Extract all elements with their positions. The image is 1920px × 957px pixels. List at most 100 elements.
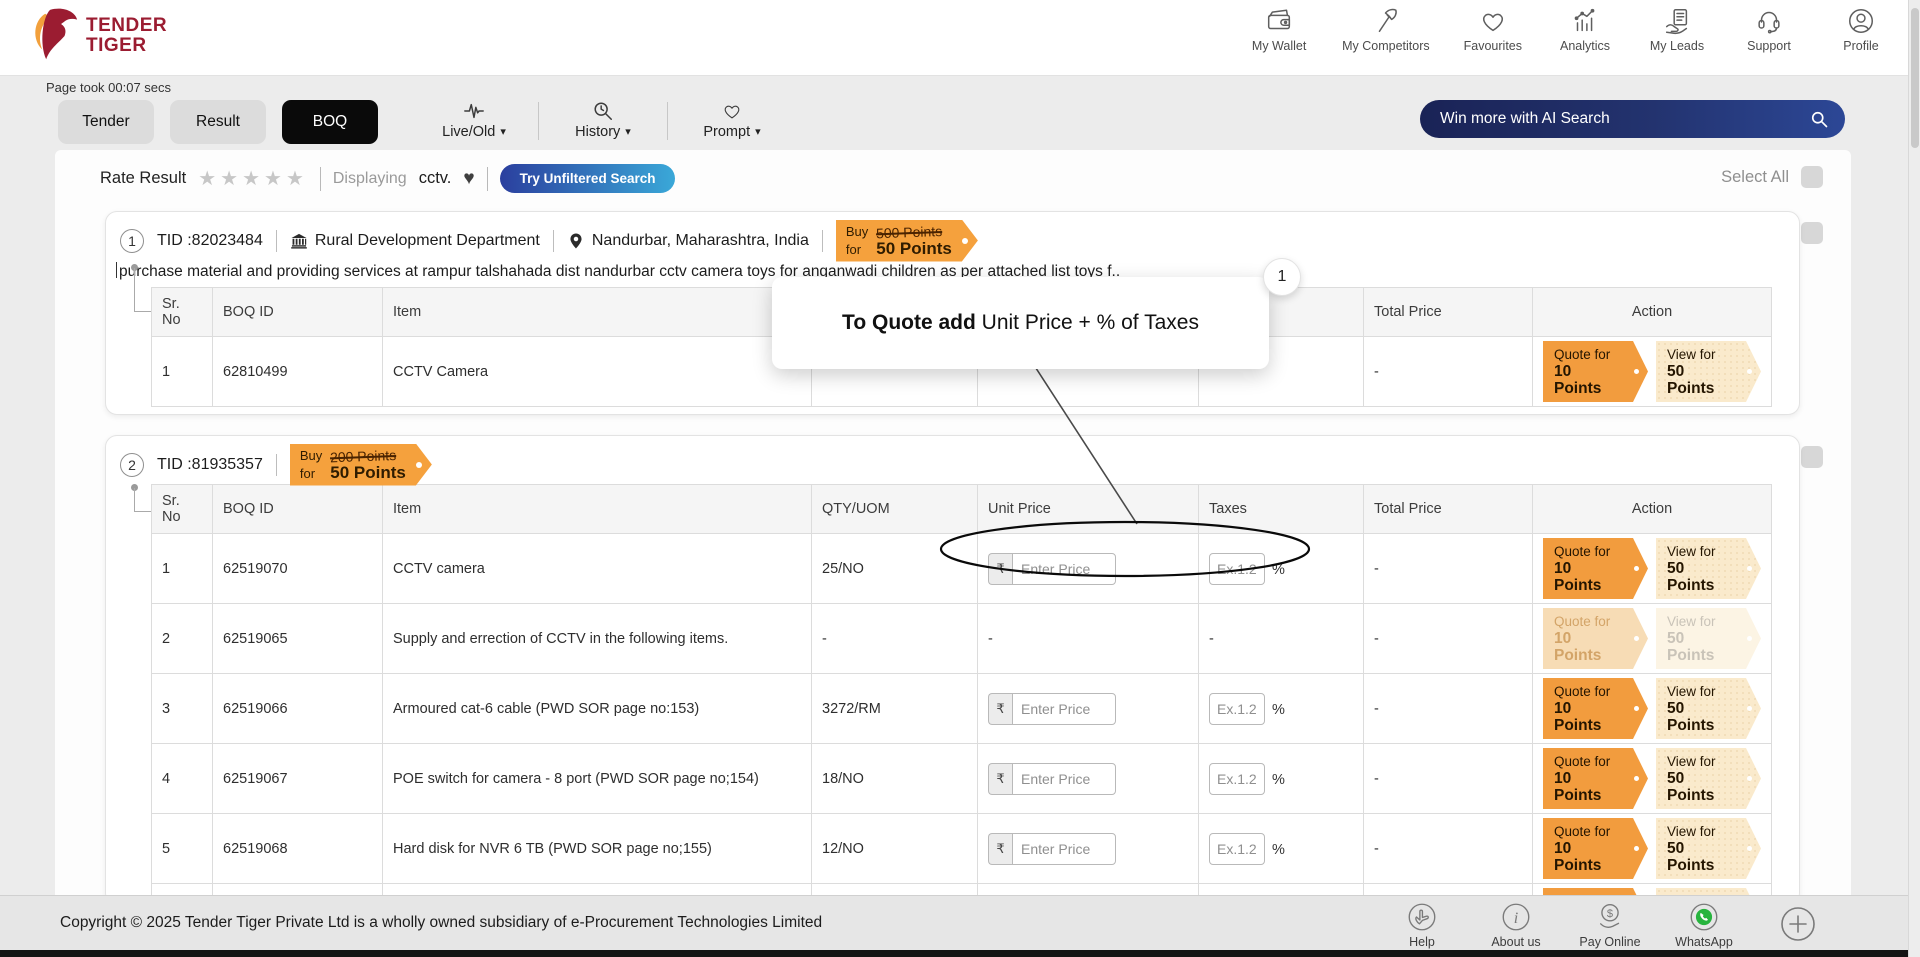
tax-percent-input[interactable] xyxy=(1209,833,1265,865)
column-header-item: Item xyxy=(383,288,812,337)
badge-for-label: for xyxy=(846,242,861,257)
dropdown-live-old[interactable]: Live/Old▾ xyxy=(420,100,528,140)
quote-for-points-button[interactable]: Quote for10 Points xyxy=(1543,748,1648,809)
page-scrollbar[interactable] xyxy=(1908,0,1920,957)
tag-dot xyxy=(1634,636,1639,641)
unit-price-input[interactable] xyxy=(1012,763,1116,795)
rate-result-label: Rate Result xyxy=(100,169,186,188)
page-took-status: Page took 00:07 secs xyxy=(46,80,171,95)
footer-link-whatsapp[interactable]: WhatsApp xyxy=(1672,900,1736,949)
footer-link-label: Help xyxy=(1409,935,1435,949)
quote-for-points-button[interactable]: Quote for10 Points xyxy=(1543,818,1648,879)
tag-dot xyxy=(1747,369,1752,374)
rupee-icon: ₹ xyxy=(988,833,1012,865)
card1-buy-points-badge[interactable]: Buyfor 500 Points50 Points xyxy=(836,220,978,262)
unit-price-input[interactable] xyxy=(1012,553,1116,585)
footer-link-about-us[interactable]: iAbout us xyxy=(1484,900,1548,949)
card2-number-badge: 2 xyxy=(120,453,144,477)
card2-checkbox[interactable] xyxy=(1801,446,1823,468)
favourite-heart-icon[interactable]: ♥ xyxy=(463,169,474,188)
view-for-points-button[interactable]: View for50 Points xyxy=(1656,748,1761,809)
nav-label: Support xyxy=(1747,39,1791,53)
footer: Copyright © 2025 Tender Tiger Private Lt… xyxy=(0,895,1920,950)
cell-action: Quote for10 PointsView for50 Points xyxy=(1533,534,1772,604)
bar-chart-icon xyxy=(1570,6,1600,36)
nav-favourites[interactable]: Favourites xyxy=(1464,6,1522,53)
cell-qty-uom: 3272/RM xyxy=(812,674,978,744)
footer-link-pay-online[interactable]: $Pay Online xyxy=(1578,900,1642,949)
tab-boq[interactable]: BOQ xyxy=(282,100,378,144)
view-for-points-button[interactable]: View for50 Points xyxy=(1656,341,1761,402)
nav-profile[interactable]: Profile xyxy=(1832,6,1890,53)
tag-dot xyxy=(1634,846,1639,851)
select-all-checkbox[interactable] xyxy=(1801,166,1823,188)
select-all-control: Select All xyxy=(1721,166,1823,188)
cell-total-price: - xyxy=(1364,744,1533,814)
heart-icon xyxy=(1478,6,1508,36)
cell-sr-no: 3 xyxy=(152,674,213,744)
column-header-total-price: Total Price xyxy=(1364,288,1533,337)
view-for-points-button[interactable]: View for50 Points xyxy=(1656,818,1761,879)
nav-my-competitors[interactable]: My Competitors xyxy=(1342,6,1430,53)
card1-department-name: Rural Development Department xyxy=(315,232,540,250)
divider xyxy=(276,454,277,476)
footer-link-label: Pay Online xyxy=(1579,935,1640,949)
cell-unit-price: ₹ xyxy=(978,744,1199,814)
dropdown-history[interactable]: History▾ xyxy=(549,100,657,140)
nav-label: My Competitors xyxy=(1342,39,1430,53)
quote-for-points-button[interactable]: Quote for10 Points xyxy=(1543,678,1648,739)
column-header-action: Action xyxy=(1533,485,1772,534)
cell-action: Quote for10 PointsView for50 Points xyxy=(1533,814,1772,884)
view-for-points-button[interactable]: View for50 Points xyxy=(1656,678,1761,739)
tax-percent-input[interactable] xyxy=(1209,693,1265,725)
tax-percent-input[interactable] xyxy=(1209,763,1265,795)
card2-buy-points-badge[interactable]: Buyfor 200 Points50 Points xyxy=(290,444,432,486)
ai-search-bar[interactable]: Win more with AI Search xyxy=(1420,100,1845,138)
history-search-icon xyxy=(592,100,614,122)
plus-icon xyxy=(1778,904,1818,944)
toolbar: Tender Result BOQ Live/Old▾ History▾ Prompt▾… xyxy=(58,100,1845,148)
dropdown-prompt[interactable]: Prompt▾ xyxy=(678,100,786,140)
nav-support[interactable]: Support xyxy=(1740,6,1798,53)
percent-label: % xyxy=(1272,562,1285,578)
tag-dot xyxy=(1634,776,1639,781)
nav-my-wallet[interactable]: My Wallet xyxy=(1250,6,1308,53)
nav-analytics[interactable]: Analytics xyxy=(1556,6,1614,53)
unit-price-input[interactable] xyxy=(1012,833,1116,865)
cell-item: CCTV camera xyxy=(383,534,812,604)
cell-total-price: - xyxy=(1364,814,1533,884)
column-header-unit-price: Unit Price xyxy=(978,485,1199,534)
tab-tender[interactable]: Tender xyxy=(58,100,154,144)
tag-dot xyxy=(1634,369,1639,374)
footer-link-label: WhatsApp xyxy=(1675,935,1733,949)
tag-dot xyxy=(1747,776,1752,781)
headset-icon xyxy=(1754,6,1784,36)
try-unfiltered-search-button[interactable]: Try Unfiltered Search xyxy=(500,164,676,193)
quote-for-points-button[interactable]: Quote for10 Points xyxy=(1543,341,1648,402)
tender-tiger-logo[interactable]: TENDER TIGER xyxy=(22,4,167,68)
divider xyxy=(487,167,488,191)
tab-result[interactable]: Result xyxy=(170,100,266,144)
tag-dot xyxy=(1634,706,1639,711)
text-cursor xyxy=(116,262,117,278)
cell-qty-uom: 18/NO xyxy=(812,744,978,814)
quote-for-points-button[interactable]: Quote for10 Points xyxy=(1543,538,1648,599)
table-header-row: Sr. NoBOQ IDItemQTY/UOMUnit PriceTaxesTo… xyxy=(152,485,1772,534)
scrollbar-thumb[interactable] xyxy=(1911,8,1919,148)
nav-label: Profile xyxy=(1843,39,1878,53)
rating-stars[interactable]: ★★★★★ xyxy=(198,166,308,191)
tax-percent-input[interactable] xyxy=(1209,553,1265,585)
unit-price-input-group: ₹ xyxy=(988,553,1116,585)
nav-my-leads[interactable]: My Leads xyxy=(1648,6,1706,53)
search-icon[interactable] xyxy=(1809,109,1829,129)
footer-link-help[interactable]: Help xyxy=(1390,900,1454,949)
card1-checkbox[interactable] xyxy=(1801,222,1823,244)
help-hand-icon xyxy=(1405,900,1439,934)
footer-expand-button[interactable] xyxy=(1766,904,1830,944)
lead-document-icon xyxy=(1662,6,1692,36)
view-for-points-button[interactable]: View for50 Points xyxy=(1656,538,1761,599)
rupee-icon: ₹ xyxy=(988,693,1012,725)
wallet-icon xyxy=(1264,6,1294,36)
unit-price-input[interactable] xyxy=(1012,693,1116,725)
logo-text-line2: TIGER xyxy=(86,36,167,56)
